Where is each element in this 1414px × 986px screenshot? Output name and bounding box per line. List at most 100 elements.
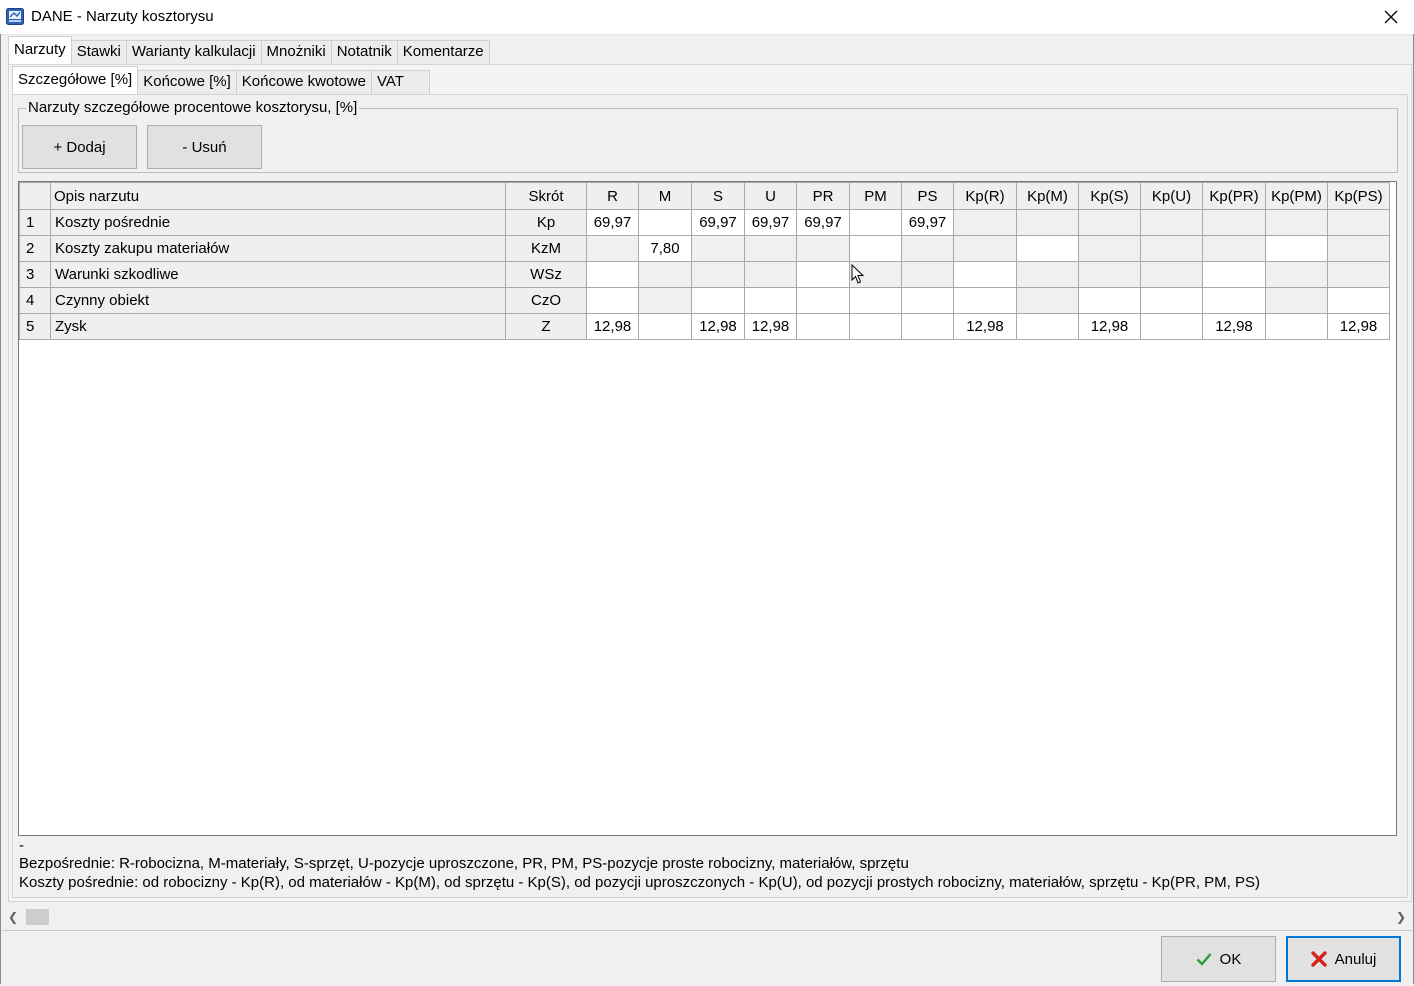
description-cell[interactable]: Czynny obiekt	[50, 287, 506, 314]
value-cell-kp-m[interactable]	[1016, 235, 1079, 262]
tab-stawki[interactable]: Stawki	[71, 40, 127, 64]
scroll-left-icon[interactable]: ❮	[4, 908, 22, 926]
value-cell-kp-r[interactable]	[953, 235, 1017, 262]
abbreviation-cell[interactable]: WSz	[505, 261, 587, 288]
value-cell-pm[interactable]	[849, 209, 902, 236]
value-cell-kp-r[interactable]	[953, 209, 1017, 236]
description-cell[interactable]: Koszty pośrednie	[50, 209, 506, 236]
column-header[interactable]: Kp(PS)	[1327, 182, 1390, 210]
value-cell-kp-m[interactable]	[1016, 287, 1079, 314]
value-cell-s[interactable]: 69,97	[691, 209, 745, 236]
value-cell-kp-ps[interactable]	[1327, 209, 1390, 236]
tab-koncowe[interactable]: Końcowe [%]	[138, 70, 237, 94]
value-cell-m[interactable]	[638, 261, 692, 288]
column-header[interactable]: Kp(U)	[1140, 182, 1203, 210]
column-header[interactable]: U	[744, 182, 797, 210]
value-cell-r[interactable]	[586, 261, 639, 288]
value-cell-kp-s[interactable]	[1078, 261, 1141, 288]
value-cell-pm[interactable]	[849, 235, 902, 262]
value-cell-r[interactable]	[586, 235, 639, 262]
table-row[interactable]: 4 Czynny obiekt CzO	[19, 287, 1390, 314]
value-cell-kp-r[interactable]: 12,98	[953, 313, 1017, 340]
value-cell-kp-m[interactable]	[1016, 209, 1079, 236]
tab-komentarze[interactable]: Komentarze	[397, 40, 490, 64]
column-header[interactable]: S	[691, 182, 745, 210]
value-cell-m[interactable]	[638, 209, 692, 236]
abbreviation-cell[interactable]: Kp	[505, 209, 587, 236]
value-cell-kp-ps[interactable]	[1327, 235, 1390, 262]
value-cell-kp-pr[interactable]	[1202, 261, 1266, 288]
value-cell-ps[interactable]	[901, 235, 954, 262]
value-cell-kp-pm[interactable]	[1265, 209, 1328, 236]
column-header[interactable]: Kp(PM)	[1265, 182, 1328, 210]
tab-vat[interactable]: VAT	[372, 70, 431, 94]
value-cell-kp-r[interactable]	[953, 261, 1017, 288]
tab-mnozniki[interactable]: Mnożniki	[261, 40, 332, 64]
value-cell-pr[interactable]	[796, 287, 850, 314]
value-cell-s[interactable]: 12,98	[691, 313, 745, 340]
value-cell-pr[interactable]	[796, 261, 850, 288]
description-cell[interactable]: Koszty zakupu materiałów	[50, 235, 506, 262]
table-row[interactable]: 2 Koszty zakupu materiałów KzM 7,80	[19, 235, 1390, 262]
value-cell-kp-ps[interactable]	[1327, 261, 1390, 288]
value-cell-s[interactable]	[691, 287, 745, 314]
column-header[interactable]: Kp(S)	[1078, 182, 1141, 210]
value-cell-m[interactable]	[638, 287, 692, 314]
tab-szczegolowe[interactable]: Szczegółowe [%]	[12, 66, 139, 94]
column-header[interactable]: Opis narzutu	[50, 182, 506, 210]
close-button[interactable]	[1368, 0, 1414, 34]
value-cell-pm[interactable]	[849, 313, 902, 340]
value-cell-pr[interactable]: 69,97	[796, 209, 850, 236]
tab-narzuty[interactable]: Narzuty	[8, 36, 72, 64]
value-cell-u[interactable]	[744, 287, 797, 314]
column-header[interactable]: Kp(R)	[953, 182, 1017, 210]
tab-warianty-kalkulacji[interactable]: Warianty kalkulacji	[126, 40, 262, 64]
value-cell-kp-pr[interactable]	[1202, 235, 1266, 262]
value-cell-s[interactable]	[691, 261, 745, 288]
table-row[interactable]: 5 Zysk Z 12,98 12,98 12,98 12,98 12,98 1…	[19, 313, 1390, 340]
add-button[interactable]: + Dodaj	[22, 125, 137, 169]
remove-button[interactable]: - Usuń	[147, 125, 262, 169]
column-header[interactable]: PS	[901, 182, 954, 210]
value-cell-kp-pr[interactable]	[1202, 287, 1266, 314]
value-cell-r[interactable]: 69,97	[586, 209, 639, 236]
value-cell-kp-ps[interactable]: 12,98	[1327, 313, 1390, 340]
value-cell-u[interactable]	[744, 261, 797, 288]
value-cell-u[interactable]: 69,97	[744, 209, 797, 236]
value-cell-ps[interactable]: 69,97	[901, 209, 954, 236]
scroll-thumb[interactable]	[26, 909, 49, 925]
value-cell-kp-u[interactable]	[1140, 261, 1203, 288]
column-header[interactable]: Kp(M)	[1016, 182, 1079, 210]
column-header[interactable]: Skrót	[505, 182, 587, 210]
column-header[interactable]: PM	[849, 182, 902, 210]
value-cell-kp-u[interactable]	[1140, 235, 1203, 262]
cancel-button[interactable]: Anuluj	[1286, 936, 1401, 982]
value-cell-ps[interactable]	[901, 261, 954, 288]
value-cell-kp-m[interactable]	[1016, 313, 1079, 340]
value-cell-kp-s[interactable]	[1078, 209, 1141, 236]
tab-koncowe-kwotowe[interactable]: Końcowe kwotowe	[236, 70, 373, 94]
column-header[interactable]: PR	[796, 182, 850, 210]
value-cell-r[interactable]: 12,98	[586, 313, 639, 340]
value-cell-ps[interactable]	[901, 313, 954, 340]
column-header[interactable]: M	[638, 182, 692, 210]
value-cell-kp-pm[interactable]	[1265, 261, 1328, 288]
value-cell-pr[interactable]	[796, 235, 850, 262]
value-cell-r[interactable]	[586, 287, 639, 314]
value-cell-kp-m[interactable]	[1016, 261, 1079, 288]
value-cell-u[interactable]: 12,98	[744, 313, 797, 340]
value-cell-kp-r[interactable]	[953, 287, 1017, 314]
value-cell-ps[interactable]	[901, 287, 954, 314]
value-cell-pm[interactable]	[849, 287, 902, 314]
value-cell-pr[interactable]	[796, 313, 850, 340]
description-cell[interactable]: Zysk	[50, 313, 506, 340]
abbreviation-cell[interactable]: Z	[505, 313, 587, 340]
value-cell-kp-s[interactable]	[1078, 287, 1141, 314]
value-cell-kp-s[interactable]: 12,98	[1078, 313, 1141, 340]
table-row[interactable]: 3 Warunki szkodliwe WSz	[19, 261, 1390, 288]
markup-grid[interactable]: Opis narzutu Skrót R M S U PR PM PS Kp(R…	[18, 181, 1397, 836]
value-cell-s[interactable]	[691, 235, 745, 262]
value-cell-kp-pr[interactable]: 12,98	[1202, 313, 1266, 340]
table-row[interactable]: 1 Koszty pośrednie Kp 69,97 69,97 69,97 …	[19, 209, 1390, 236]
value-cell-m[interactable]: 7,80	[638, 235, 692, 262]
